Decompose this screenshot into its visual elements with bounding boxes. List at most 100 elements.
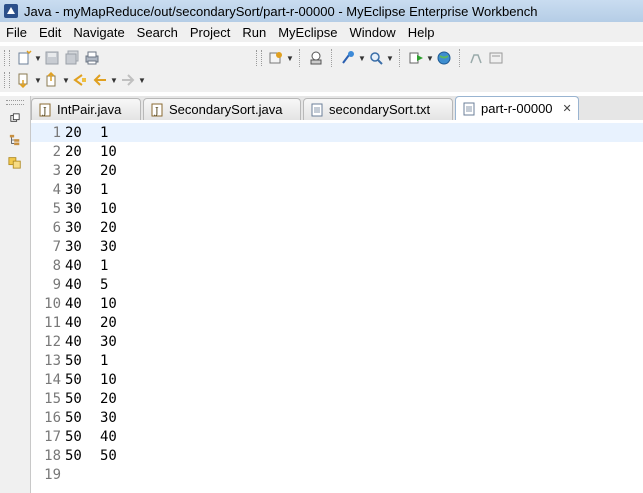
debug-config-icon[interactable] bbox=[339, 49, 357, 67]
main-toolbar: ▼ ▼ ▼ ▼ ▼ bbox=[0, 46, 643, 70]
next-annotation-icon[interactable] bbox=[15, 71, 33, 89]
line-value: 10 bbox=[100, 295, 117, 312]
menu-file[interactable]: File bbox=[0, 25, 33, 40]
menu-project[interactable]: Project bbox=[184, 25, 236, 40]
line-number: 15 bbox=[44, 390, 61, 407]
toolbar-grip[interactable] bbox=[256, 50, 262, 66]
tab-label: IntPair.java bbox=[57, 102, 122, 117]
line-number: 16 bbox=[44, 409, 61, 426]
package-explorer-icon[interactable] bbox=[6, 153, 24, 171]
line-value: 1 bbox=[100, 181, 109, 198]
editor-line[interactable]: 5 30 10 bbox=[31, 199, 643, 218]
server-icon[interactable] bbox=[307, 49, 325, 67]
tab-label: secondarySort.txt bbox=[329, 102, 431, 117]
deploy-icon[interactable] bbox=[267, 49, 285, 67]
editor-line[interactable]: 15 50 20 bbox=[31, 389, 643, 408]
external-tools-icon[interactable] bbox=[467, 49, 485, 67]
menu-window[interactable]: Window bbox=[343, 25, 401, 40]
editor-line[interactable]: 1 20 1 bbox=[31, 123, 643, 142]
line-key: 30 bbox=[65, 238, 82, 255]
menu-bar: File Edit Navigate Search Project Run My… bbox=[0, 22, 643, 42]
back-icon[interactable] bbox=[91, 71, 109, 89]
menu-myeclipse[interactable]: MyEclipse bbox=[272, 25, 343, 40]
myeclipse-app-icon[interactable] bbox=[4, 4, 18, 18]
tab-label: part-r-00000 bbox=[481, 101, 553, 116]
forward-dropdown-icon[interactable]: ▼ bbox=[138, 71, 146, 89]
editor-line[interactable]: 6 30 20 bbox=[31, 218, 643, 237]
editor-tabs: J IntPair.java J SecondarySort.java seco… bbox=[31, 96, 643, 121]
tab-secondarysort-java[interactable]: J SecondarySort.java bbox=[143, 98, 301, 120]
editor-line[interactable]: 13 50 1 bbox=[31, 351, 643, 370]
menu-search[interactable]: Search bbox=[131, 25, 184, 40]
search-tool-icon[interactable] bbox=[367, 49, 385, 67]
line-key: 50 bbox=[65, 352, 82, 369]
toolbar-grip[interactable] bbox=[4, 50, 10, 66]
next-annotation-dropdown-icon[interactable]: ▼ bbox=[34, 71, 42, 89]
toolbar-separator bbox=[299, 49, 301, 67]
menu-edit[interactable]: Edit bbox=[33, 25, 67, 40]
line-number: 14 bbox=[44, 371, 61, 388]
toolbar-grip[interactable] bbox=[4, 72, 10, 88]
line-value: 10 bbox=[100, 371, 117, 388]
run-icon[interactable] bbox=[407, 49, 425, 67]
print-icon[interactable] bbox=[83, 49, 101, 67]
globe-icon[interactable] bbox=[435, 49, 453, 67]
search-dropdown-icon[interactable]: ▼ bbox=[386, 49, 394, 67]
deploy-dropdown-icon[interactable]: ▼ bbox=[286, 49, 294, 67]
title-bar: Java - myMapReduce/out/secondarySort/par… bbox=[0, 0, 643, 22]
editor-line[interactable]: 2 20 10 bbox=[31, 142, 643, 161]
editor-line[interactable]: 18 50 50 bbox=[31, 446, 643, 465]
menu-navigate[interactable]: Navigate bbox=[67, 25, 130, 40]
forward-icon[interactable] bbox=[119, 71, 137, 89]
editor-line[interactable]: 17 50 40 bbox=[31, 427, 643, 446]
line-value: 1 bbox=[100, 124, 109, 141]
menu-help[interactable]: Help bbox=[402, 25, 441, 40]
editor-line[interactable]: 3 20 20 bbox=[31, 161, 643, 180]
line-key: 40 bbox=[65, 295, 82, 312]
save-icon[interactable] bbox=[43, 49, 61, 67]
line-number: 19 bbox=[44, 466, 61, 483]
line-key: 30 bbox=[65, 181, 82, 198]
tab-part-r-00000[interactable]: part-r-00000 ✕ bbox=[455, 96, 579, 120]
text-file-icon bbox=[462, 102, 476, 116]
line-number: 1 bbox=[52, 124, 61, 141]
tab-label: SecondarySort.java bbox=[169, 102, 283, 117]
line-number: 5 bbox=[52, 200, 61, 217]
save-all-icon[interactable] bbox=[63, 49, 81, 67]
browser-icon[interactable] bbox=[487, 49, 505, 67]
text-editor[interactable]: 1 20 1 2 20 10 3 20 20 4 30 1 5 30 10 6 30 20 7 30 30 8 40 1 9 40… bbox=[31, 120, 643, 493]
editor-line[interactable]: 7 30 30 bbox=[31, 237, 643, 256]
line-value: 50 bbox=[100, 447, 117, 464]
editor-line[interactable]: 14 50 10 bbox=[31, 370, 643, 389]
editor-line[interactable]: 19 bbox=[31, 465, 643, 484]
svg-text:J: J bbox=[42, 107, 47, 117]
line-number: 18 bbox=[44, 447, 61, 464]
line-number: 2 bbox=[52, 143, 61, 160]
editor-line[interactable]: 4 30 1 bbox=[31, 180, 643, 199]
previous-annotation-dropdown-icon[interactable]: ▼ bbox=[62, 71, 70, 89]
text-file-icon bbox=[310, 103, 324, 117]
menu-run[interactable]: Run bbox=[236, 25, 272, 40]
debug-dropdown-icon[interactable]: ▼ bbox=[358, 49, 366, 67]
tab-intpair-java[interactable]: J IntPair.java bbox=[31, 98, 141, 120]
editor-line[interactable]: 9 40 5 bbox=[31, 275, 643, 294]
editor-line[interactable]: 12 40 30 bbox=[31, 332, 643, 351]
previous-annotation-icon[interactable] bbox=[43, 71, 61, 89]
restore-icon[interactable] bbox=[6, 109, 24, 127]
trim-grip[interactable] bbox=[6, 100, 24, 105]
new-icon[interactable] bbox=[15, 49, 33, 67]
back-dropdown-icon[interactable]: ▼ bbox=[110, 71, 118, 89]
new-dropdown-icon[interactable]: ▼ bbox=[34, 49, 42, 67]
line-value: 10 bbox=[100, 200, 117, 217]
editor-line[interactable]: 11 40 20 bbox=[31, 313, 643, 332]
editor-line[interactable]: 8 40 1 bbox=[31, 256, 643, 275]
run-dropdown-icon[interactable]: ▼ bbox=[426, 49, 434, 67]
java-file-icon: J bbox=[150, 103, 164, 117]
close-icon[interactable]: ✕ bbox=[563, 102, 572, 115]
editor-line[interactable]: 16 50 30 bbox=[31, 408, 643, 427]
tab-secondarysort-txt[interactable]: secondarySort.txt bbox=[303, 98, 453, 120]
editor-line[interactable]: 10 40 10 bbox=[31, 294, 643, 313]
last-edit-location-icon[interactable] bbox=[71, 71, 89, 89]
hierarchy-view-icon[interactable] bbox=[6, 131, 24, 149]
line-number: 7 bbox=[52, 238, 61, 255]
